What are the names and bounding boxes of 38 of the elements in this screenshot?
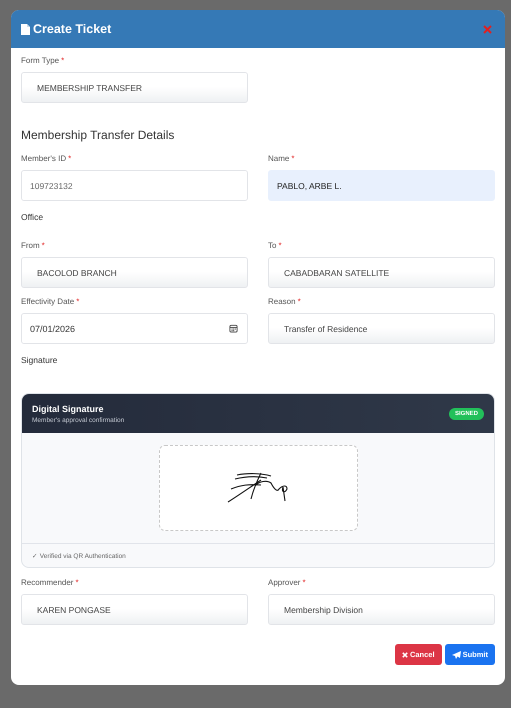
section-label: Signature (21, 355, 58, 365)
card-title: Digital Signature (32, 404, 105, 414)
calendar-icon (229, 324, 238, 333)
field-label: Member's ID (21, 154, 66, 164)
date-field[interactable]: 07/01/2026 (21, 313, 248, 344)
field-label: Name (268, 154, 290, 164)
required-mark: * (68, 154, 72, 164)
required-mark: * (298, 297, 301, 307)
select-field[interactable]: MEMBERSHIP TRANSFER (21, 72, 248, 103)
field-label: Form Type (21, 56, 60, 66)
field-label: Effectivity Date (21, 297, 74, 307)
signature-drawing (227, 471, 289, 505)
field-label: To (268, 241, 276, 251)
select-field[interactable]: Transfer of Residence (268, 313, 495, 344)
required-mark: * (291, 154, 294, 164)
required-mark: * (61, 56, 64, 66)
field-label: From (21, 241, 40, 251)
required-mark: * (278, 241, 282, 251)
required-mark: * (302, 578, 306, 588)
close-icon (402, 652, 408, 658)
required-mark: * (76, 297, 80, 307)
select-field[interactable]: CABADBARAN SATELLITE (268, 257, 495, 288)
input-field[interactable]: 109723132 (21, 170, 248, 201)
required-mark: * (75, 578, 79, 588)
field-label: Reason (268, 297, 296, 307)
field-label: Approver (268, 578, 300, 588)
required-mark: * (42, 241, 45, 251)
select-field[interactable]: BACOLOD BRANCH (21, 257, 248, 288)
select-field[interactable]: KAREN PONGASE (21, 594, 248, 625)
close-icon[interactable] (483, 24, 492, 34)
select-field[interactable]: Membership Division (268, 594, 495, 625)
section-heading: Membership Transfer Details (21, 128, 176, 142)
input-field[interactable]: PABLO, ARBE L. (268, 170, 495, 201)
document-icon (21, 24, 30, 34)
field-label: Recommender (21, 578, 74, 588)
paper-plane-icon (452, 650, 461, 658)
section-label: Office (21, 212, 44, 222)
dialog-title: Create Ticket (33, 22, 112, 36)
